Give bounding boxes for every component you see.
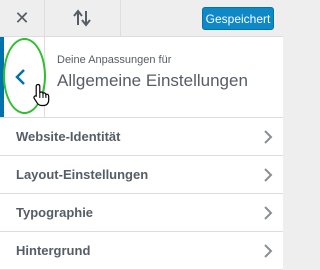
menu-item-label: Typographie [16,205,94,220]
settings-menu: Website-Identität Layout-Einstellungen T… [0,118,283,270]
chevron-right-icon [264,244,273,258]
reorder-arrows-icon [73,9,91,27]
save-button[interactable]: Gespeichert [202,7,274,30]
reorder-button[interactable] [44,0,121,36]
menu-item-label: Website-Identität [16,129,121,144]
menu-item-label: Hintergrund [16,243,91,258]
menu-item-layout-settings[interactable]: Layout-Einstellungen [0,156,283,194]
section-subtitle: Deine Anpassungen für [57,54,172,66]
menu-item-typography[interactable]: Typographie [0,194,283,232]
chevron-right-icon [264,168,273,182]
hand-pointer-icon [33,83,50,107]
menu-item-background[interactable]: Hintergrund [0,232,283,270]
chevron-right-icon [264,130,273,144]
close-icon: ✕ [14,7,30,28]
menu-item-label: Layout-Einstellungen [16,167,149,182]
menu-item-website-identity[interactable]: Website-Identität [0,118,283,156]
section-title: Allgemeine Einstellungen [57,71,248,90]
customizer-header: ✕ Gespeichert [0,0,283,37]
close-button[interactable]: ✕ [0,0,45,36]
chevron-right-icon [264,206,273,220]
